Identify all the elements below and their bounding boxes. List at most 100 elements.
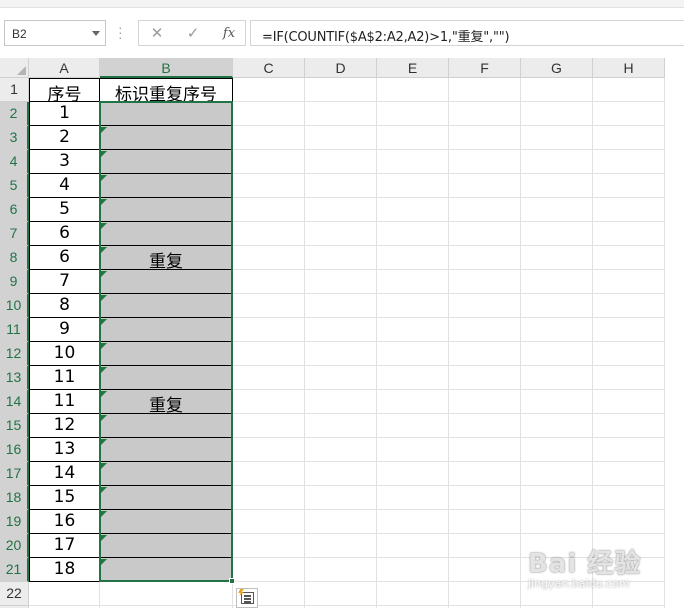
cell-c3[interactable] xyxy=(233,126,305,150)
cell-g12[interactable] xyxy=(521,342,593,366)
cell-d12[interactable] xyxy=(305,342,377,366)
error-indicator-icon[interactable] xyxy=(101,223,107,229)
cell-c9[interactable] xyxy=(233,270,305,294)
quick-analysis-button[interactable] xyxy=(236,588,258,608)
column-header-f[interactable]: F xyxy=(449,58,521,78)
cell-f4[interactable] xyxy=(449,150,521,174)
cell-h10[interactable] xyxy=(593,294,665,318)
cell-a12[interactable]: 10 xyxy=(29,342,100,366)
cell-a10[interactable]: 8 xyxy=(29,294,100,318)
error-indicator-icon[interactable] xyxy=(101,175,107,181)
error-indicator-icon[interactable] xyxy=(101,511,107,517)
cell-e16[interactable] xyxy=(377,438,449,462)
cell-c13[interactable] xyxy=(233,366,305,390)
cell-d13[interactable] xyxy=(305,366,377,390)
cell-a14[interactable]: 11 xyxy=(29,390,100,414)
cell-c15[interactable] xyxy=(233,414,305,438)
cell-d6[interactable] xyxy=(305,198,377,222)
cell-b9[interactable] xyxy=(100,270,233,294)
cell-h15[interactable] xyxy=(593,414,665,438)
cell-a18[interactable]: 15 xyxy=(29,486,100,510)
row-header-3[interactable]: 3 xyxy=(0,126,29,150)
insert-function-icon[interactable]: fx xyxy=(219,25,239,43)
cell-a6[interactable]: 5 xyxy=(29,198,100,222)
cell-f19[interactable] xyxy=(449,510,521,534)
error-indicator-icon[interactable] xyxy=(101,487,107,493)
cell-f6[interactable] xyxy=(449,198,521,222)
cell-h7[interactable] xyxy=(593,222,665,246)
row-header-22[interactable]: 22 xyxy=(0,582,29,606)
row-header-8[interactable]: 8 xyxy=(0,246,29,270)
error-indicator-icon[interactable] xyxy=(101,319,107,325)
cell-e2[interactable] xyxy=(377,102,449,126)
row-header-4[interactable]: 4 xyxy=(0,150,29,174)
cell-c17[interactable] xyxy=(233,462,305,486)
cell-c19[interactable] xyxy=(233,510,305,534)
cell-e4[interactable] xyxy=(377,150,449,174)
cell-e7[interactable] xyxy=(377,222,449,246)
cell-a1[interactable]: 序号 xyxy=(29,78,100,105)
error-indicator-icon[interactable] xyxy=(101,295,107,301)
cell-g18[interactable] xyxy=(521,486,593,510)
cell-b13[interactable] xyxy=(100,366,233,390)
cell-d2[interactable] xyxy=(305,102,377,126)
cell-h11[interactable] xyxy=(593,318,665,342)
cell-b14[interactable]: 重复 xyxy=(100,390,233,416)
cell-e22[interactable] xyxy=(377,582,449,606)
cell-b22[interactable] xyxy=(100,582,233,606)
cell-b8[interactable]: 重复 xyxy=(100,246,233,272)
cell-f9[interactable] xyxy=(449,270,521,294)
cell-e10[interactable] xyxy=(377,294,449,318)
cell-a7[interactable]: 6 xyxy=(29,222,100,246)
cell-d10[interactable] xyxy=(305,294,377,318)
cell-g10[interactable] xyxy=(521,294,593,318)
cell-b2[interactable] xyxy=(100,102,233,126)
cell-g13[interactable] xyxy=(521,366,593,390)
cell-g15[interactable] xyxy=(521,414,593,438)
error-indicator-icon[interactable] xyxy=(101,439,107,445)
row-header-9[interactable]: 9 xyxy=(0,270,29,294)
cell-b1[interactable]: 标识重复序号 xyxy=(100,78,233,105)
cell-d16[interactable] xyxy=(305,438,377,462)
cell-g17[interactable] xyxy=(521,462,593,486)
cell-a11[interactable]: 9 xyxy=(29,318,100,342)
column-header-a[interactable]: A xyxy=(29,58,100,78)
cell-d4[interactable] xyxy=(305,150,377,174)
row-header-18[interactable]: 18 xyxy=(0,486,29,510)
cell-c16[interactable] xyxy=(233,438,305,462)
cell-f18[interactable] xyxy=(449,486,521,510)
cell-a22[interactable] xyxy=(29,582,100,606)
cell-b19[interactable] xyxy=(100,510,233,534)
cell-e6[interactable] xyxy=(377,198,449,222)
cell-h4[interactable] xyxy=(593,150,665,174)
more-options-icon[interactable]: · · · xyxy=(118,20,123,44)
cell-h5[interactable] xyxy=(593,174,665,198)
cell-g6[interactable] xyxy=(521,198,593,222)
cell-b20[interactable] xyxy=(100,534,233,558)
error-indicator-icon[interactable] xyxy=(101,535,107,541)
row-header-10[interactable]: 10 xyxy=(0,294,29,318)
name-box[interactable]: B2 xyxy=(4,20,106,46)
cell-c7[interactable] xyxy=(233,222,305,246)
cell-b10[interactable] xyxy=(100,294,233,318)
cell-f22[interactable] xyxy=(449,582,521,606)
cell-f10[interactable] xyxy=(449,294,521,318)
cell-f3[interactable] xyxy=(449,126,521,150)
cell-h8[interactable] xyxy=(593,246,665,270)
cell-h9[interactable] xyxy=(593,270,665,294)
cell-b7[interactable] xyxy=(100,222,233,246)
error-indicator-icon[interactable] xyxy=(101,415,107,421)
cell-f17[interactable] xyxy=(449,462,521,486)
cell-g2[interactable] xyxy=(521,102,593,126)
cell-h3[interactable] xyxy=(593,126,665,150)
cell-e18[interactable] xyxy=(377,486,449,510)
cell-b12[interactable] xyxy=(100,342,233,366)
column-header-c[interactable]: C xyxy=(233,58,305,78)
error-indicator-icon[interactable] xyxy=(101,151,107,157)
cell-e5[interactable] xyxy=(377,174,449,198)
formula-input[interactable]: =IF(COUNTIF($A$2:A2,A2)>1,"重复","") xyxy=(250,20,684,46)
cell-c10[interactable] xyxy=(233,294,305,318)
cell-a15[interactable]: 12 xyxy=(29,414,100,438)
cell-b15[interactable] xyxy=(100,414,233,438)
cell-d17[interactable] xyxy=(305,462,377,486)
